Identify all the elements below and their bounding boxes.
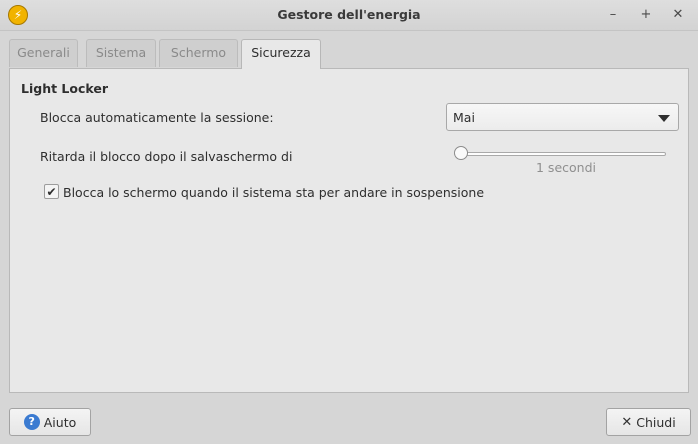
section-title: Light Locker [21, 81, 109, 96]
lock-delay-label: Ritarda il blocco dopo il salvaschermo d… [40, 149, 293, 164]
chevron-down-icon [658, 115, 670, 122]
lock-delay-slider-track[interactable] [460, 152, 666, 156]
help-button[interactable]: ? Aiuto [9, 408, 91, 436]
lock-delay-slider-handle[interactable] [454, 146, 468, 160]
auto-lock-label: Blocca automaticamente la sessione: [40, 110, 274, 125]
help-icon: ? [23, 414, 40, 430]
tab-schermo[interactable]: Schermo [159, 39, 238, 67]
close-icon: ✕ [621, 414, 633, 430]
lock-delay-value: 1 secondi [536, 160, 596, 175]
tab-generali[interactable]: Generali [9, 39, 78, 67]
checkmark-icon: ✔ [46, 184, 57, 199]
help-button-label: Aiuto [43, 414, 77, 430]
close-button-label: Chiudi [636, 414, 676, 430]
window-title: Gestore dell'energia [277, 7, 421, 22]
tab-sistema[interactable]: Sistema [86, 39, 156, 67]
maximize-button[interactable]: + [636, 5, 656, 25]
auto-lock-dropdown[interactable]: Mai [446, 103, 679, 131]
auto-lock-value: Mai [453, 110, 475, 125]
close-button[interactable]: ✕ Chiudi [606, 408, 691, 436]
minimize-button[interactable]: – [603, 5, 623, 25]
title-bar: ⚡ Gestore dell'energia – + ✕ [0, 0, 698, 31]
suspend-lock-checkbox[interactable]: ✔ [44, 184, 59, 199]
suspend-lock-label[interactable]: Blocca lo schermo quando il sistema sta … [63, 185, 484, 200]
close-window-button[interactable]: ✕ [668, 5, 688, 25]
tab-sicurezza[interactable]: Sicurezza [241, 39, 321, 69]
